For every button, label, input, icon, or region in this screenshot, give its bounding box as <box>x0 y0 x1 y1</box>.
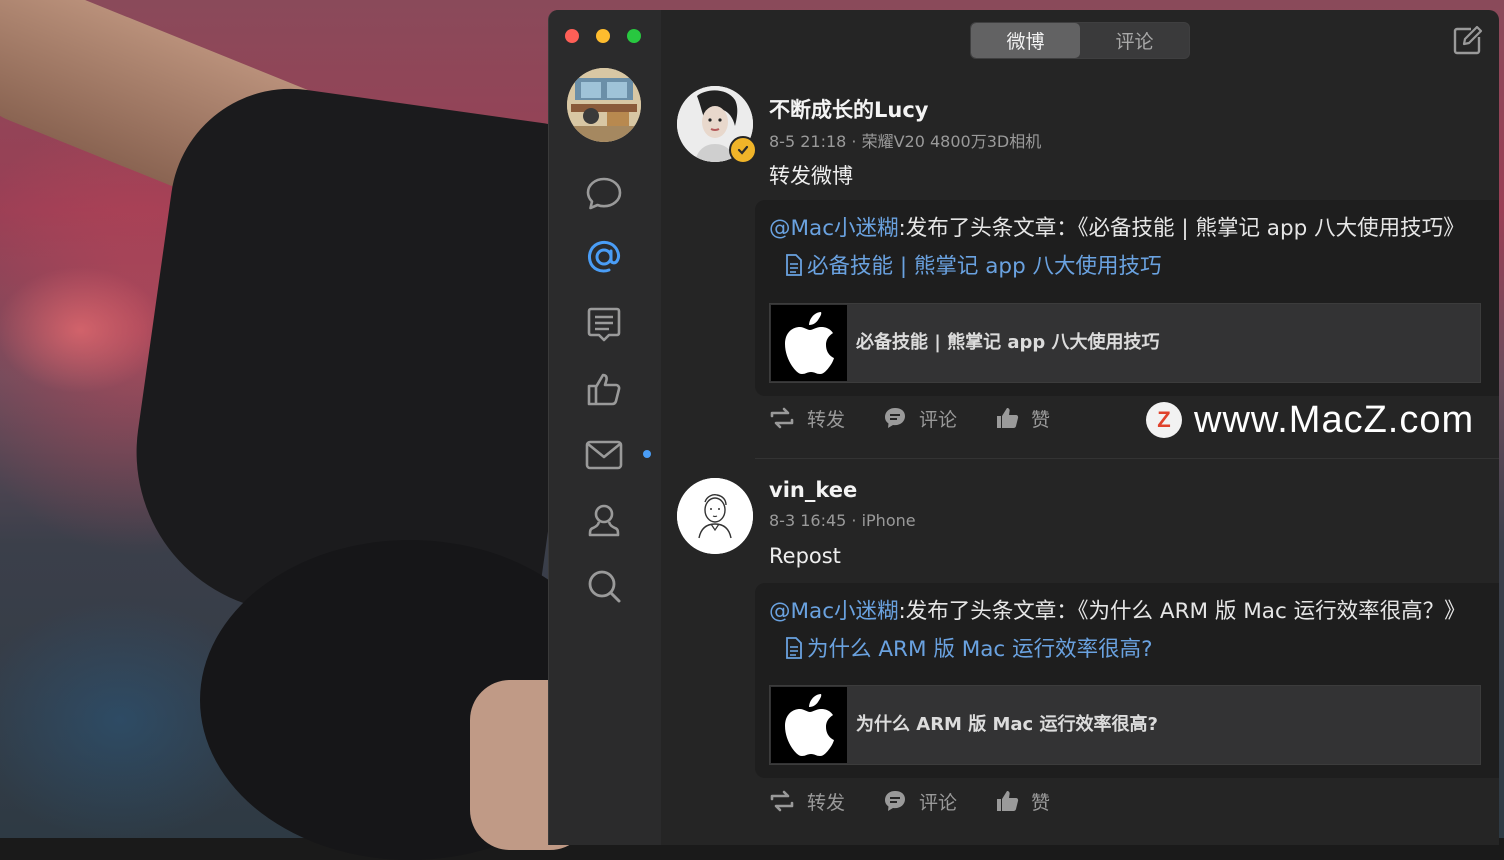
chat-bubble-icon[interactable] <box>583 172 625 214</box>
at-sign-icon[interactable] <box>583 236 625 278</box>
like-icon <box>997 791 1019 811</box>
article-card[interactable]: 必备技能 | 熊掌记 app 八大使用技巧 <box>769 303 1481 383</box>
watermark-logo: Z <box>1146 402 1182 438</box>
comment-button[interactable]: 评论 <box>883 403 957 433</box>
reposted-content[interactable]: @Mac小迷糊:发布了头条文章：《必备技能 | 熊掌记 app 八大使用技巧》 … <box>755 200 1499 396</box>
mention-link[interactable]: @Mac小迷糊 <box>769 216 899 241</box>
post-meta: 8-5 21:18 · 荣耀V20 4800万3D相机 <box>769 132 1042 151</box>
profile-icon[interactable] <box>583 500 625 542</box>
post-text: 转发微博 <box>769 164 853 188</box>
post-actions: 转发 评论 赞 <box>769 403 1088 433</box>
site-watermark: Z www.MacZ.com <box>1146 398 1474 442</box>
repost-button[interactable]: 转发 <box>769 786 845 816</box>
repost-label: 转发 <box>807 408 846 431</box>
article-link[interactable]: 为什么 ARM 版 Mac 运行效率很高? <box>807 637 1153 662</box>
article-card-title: 为什么 ARM 版 Mac 运行效率很高? <box>856 714 1158 735</box>
search-icon[interactable] <box>583 565 625 607</box>
comment-label: 评论 <box>919 791 958 814</box>
close-window-button[interactable] <box>565 29 579 43</box>
comment-icon <box>885 408 906 428</box>
my-avatar[interactable] <box>567 68 641 142</box>
like-button[interactable]: 赞 <box>995 403 1050 433</box>
reposted-content[interactable]: @Mac小迷糊:发布了头条文章：《为什么 ARM 版 Mac 运行效率很高？》 … <box>755 583 1499 778</box>
post-item: vin_kee 8-3 16:45 · iPhone Repost @Mac小迷… <box>661 460 1499 845</box>
unread-indicator <box>643 450 651 458</box>
repost-button[interactable]: 转发 <box>769 403 845 433</box>
author-name[interactable]: vin_kee <box>769 478 857 502</box>
apple-logo-icon <box>771 305 847 381</box>
avatar[interactable] <box>677 478 753 554</box>
post-meta: 8-3 16:45 · iPhone <box>769 511 916 530</box>
feed-type-switch: 微博 评论 <box>970 22 1190 59</box>
minimize-window-button[interactable] <box>596 29 610 43</box>
document-icon <box>785 251 803 289</box>
apple-logo-icon <box>771 687 847 763</box>
verified-badge-icon <box>729 136 757 164</box>
comment-icon <box>885 791 906 811</box>
tab-weibo[interactable]: 微博 <box>971 23 1080 58</box>
like-label: 赞 <box>1031 791 1051 814</box>
like-button[interactable]: 赞 <box>995 786 1050 816</box>
repost-body: :发布了头条文章：《必备技能 | 熊掌记 app 八大使用技巧》 <box>898 216 1465 241</box>
author-name[interactable]: 不断成长的Lucy <box>769 94 928 124</box>
document-icon <box>785 634 803 672</box>
compose-icon[interactable] <box>1451 25 1483 57</box>
zoom-window-button[interactable] <box>627 29 641 43</box>
repost-icon <box>770 790 794 812</box>
post-actions: 转发 评论 赞 <box>769 786 1088 816</box>
thumbs-up-icon[interactable] <box>583 368 625 410</box>
comment-label: 评论 <box>919 408 958 431</box>
repost-text: @Mac小迷糊:发布了头条文章：《必备技能 | 熊掌记 app 八大使用技巧》 … <box>769 210 1489 289</box>
timeline: 不断成长的Lucy 8-5 21:18 · 荣耀V20 4800万3D相机 转发… <box>661 70 1499 845</box>
watermark-text: www.MacZ.com <box>1194 398 1475 441</box>
mention-link[interactable]: @Mac小迷糊 <box>769 599 899 624</box>
post-divider <box>755 458 1499 459</box>
repost-icon <box>770 407 794 429</box>
article-card[interactable]: 为什么 ARM 版 Mac 运行效率很高? <box>769 685 1481 765</box>
like-icon <box>997 408 1019 428</box>
tab-comments[interactable]: 评论 <box>1080 23 1189 58</box>
repost-label: 转发 <box>807 791 846 814</box>
message-list-icon[interactable] <box>583 303 625 345</box>
like-label: 赞 <box>1031 408 1051 431</box>
comment-button[interactable]: 评论 <box>883 786 957 816</box>
repost-body: :发布了头条文章：《为什么 ARM 版 Mac 运行效率很高？》 <box>898 599 1466 624</box>
mail-icon[interactable] <box>583 434 625 476</box>
sidebar <box>549 10 661 845</box>
article-card-title: 必备技能 | 熊掌记 app 八大使用技巧 <box>856 332 1160 353</box>
post-text: Repost <box>769 544 841 568</box>
article-link[interactable]: 必备技能 | 熊掌记 app 八大使用技巧 <box>807 254 1162 279</box>
repost-text: @Mac小迷糊:发布了头条文章：《为什么 ARM 版 Mac 运行效率很高？》 … <box>769 593 1489 672</box>
